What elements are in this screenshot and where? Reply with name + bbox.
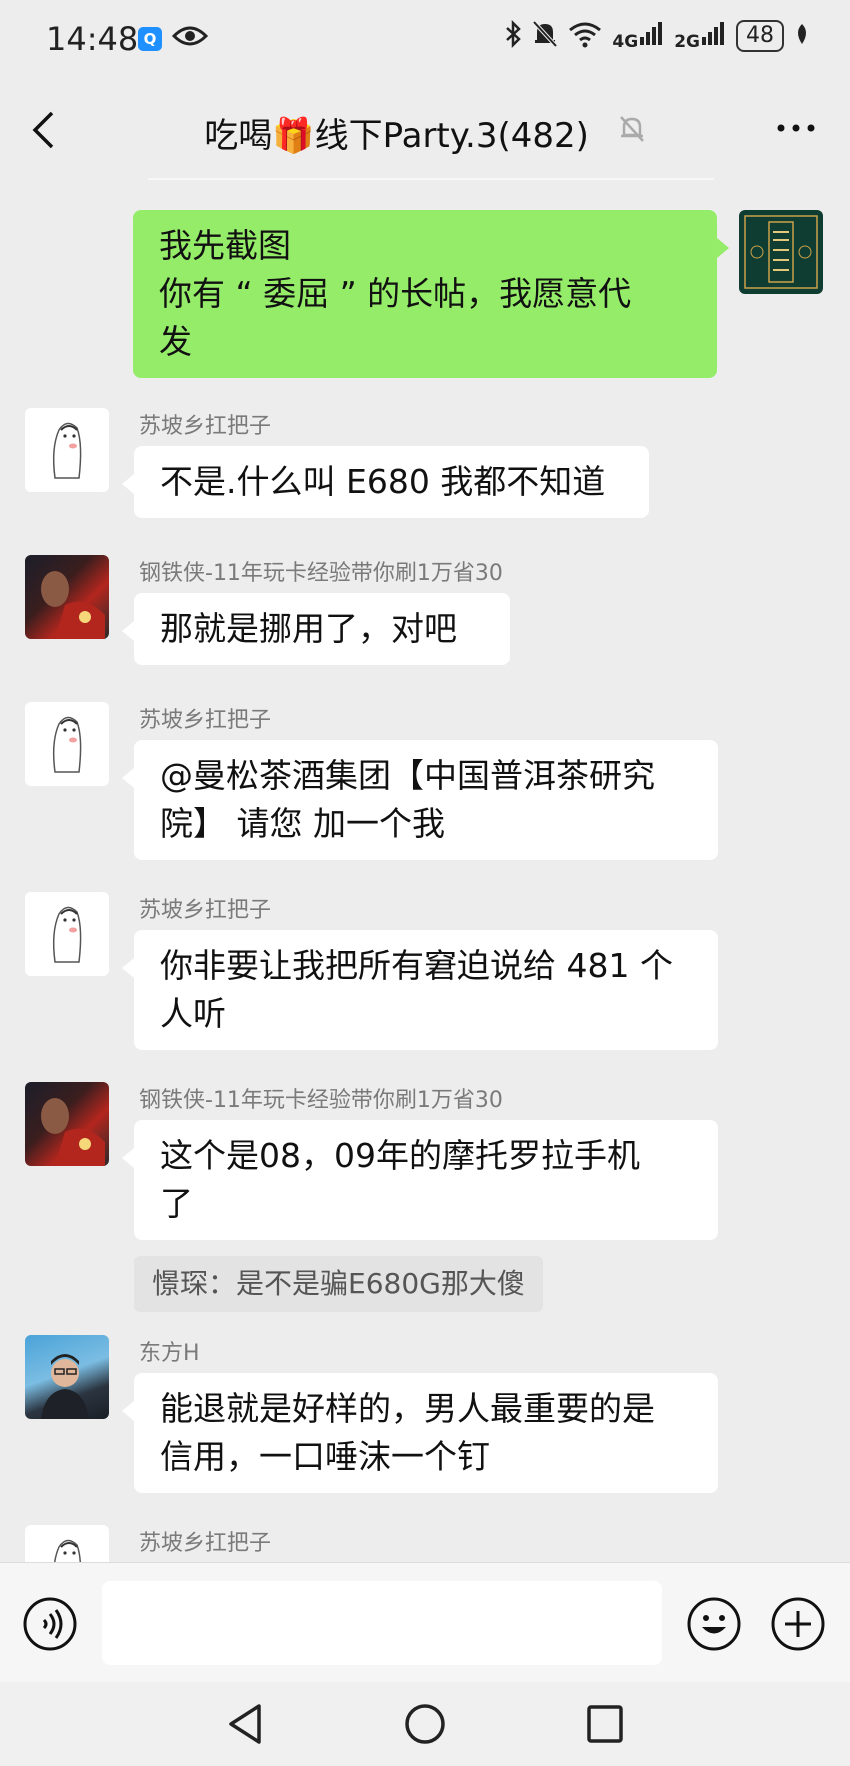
sender-name: 苏坡乡扛把子 xyxy=(139,414,272,439)
message-bubble[interactable]: 这个是08，09年的摩托罗拉手机 了 xyxy=(122,1120,718,1240)
group-title-row: 吃喝🎁线下Party.3(482) xyxy=(0,108,850,157)
status-bar: 14:48 Q 4G 2G 48 xyxy=(0,0,850,80)
leaf-icon xyxy=(794,22,810,50)
plus-icon[interactable] xyxy=(770,1596,826,1656)
search-app-icon: Q xyxy=(138,27,162,51)
avatar-self[interactable] xyxy=(739,210,823,294)
avatar[interactable] xyxy=(25,892,109,976)
eye-icon xyxy=(171,22,209,54)
nav-home-icon[interactable] xyxy=(403,1702,447,1750)
signal-4g-icon: 4G xyxy=(612,21,664,52)
group-title[interactable]: 吃喝🎁线下Party.3(482) xyxy=(204,108,589,157)
bell-off-icon xyxy=(532,20,558,52)
nav-recents-icon[interactable] xyxy=(585,1702,625,1750)
message-line: 你非要让我把所有窘迫说给 481 个 xyxy=(160,946,673,985)
quoted-message[interactable]: 憬琛：是不是骗E680G那大傻 xyxy=(134,1256,543,1312)
message-line: 你有 “ 委屈 ” 的长帖，我愿意代 xyxy=(159,274,632,313)
avatar[interactable] xyxy=(25,1082,109,1166)
bluetooth-icon xyxy=(504,19,522,52)
message-bubble[interactable]: 能退就是好样的，男人最重要的是 信用，一口唾沫一个钉 xyxy=(122,1373,718,1493)
message-line: 那就是挪用了，对吧 xyxy=(160,609,457,648)
system-navigation xyxy=(0,1682,850,1766)
input-bar xyxy=(0,1562,850,1683)
message-line: 发 xyxy=(159,322,192,361)
signal-2g-label: 2G xyxy=(674,31,700,52)
status-right: 4G 2G 48 xyxy=(504,19,810,52)
avatar[interactable] xyxy=(25,1525,109,1562)
nav-back-icon[interactable] xyxy=(225,1702,265,1750)
message-bubble[interactable]: 不是.什么叫 E680 我都不知道 xyxy=(122,446,649,518)
more-icon[interactable] xyxy=(776,118,816,137)
sender-name: 东方H xyxy=(139,1341,200,1366)
message-bubble-mine[interactable]: 我先截图 你有 “ 委屈 ” 的长帖，我愿意代 发 xyxy=(133,210,729,378)
message-line: 了 xyxy=(160,1184,193,1223)
message-line: 人听 xyxy=(160,994,226,1033)
message-line: 我先截图 xyxy=(159,226,291,265)
signal-4g-label: 4G xyxy=(612,31,639,52)
message-line: 不是.什么叫 E680 我都不知道 xyxy=(160,462,606,501)
sender-name: 钢铁侠-11年玩卡经验带你刷1万省30 xyxy=(139,1088,503,1113)
message-line: @曼松茶酒集团【中国普洱茶研究 xyxy=(160,756,655,795)
battery-icon: 48 xyxy=(736,20,784,52)
message-line: 能退就是好样的，男人最重要的是 xyxy=(160,1389,655,1428)
avatar[interactable] xyxy=(25,702,109,786)
message-bubble[interactable]: 你非要让我把所有窘迫说给 481 个 人听 xyxy=(122,930,718,1050)
chat-header: 吃喝🎁线下Party.3(482) xyxy=(0,80,850,180)
wifi-icon xyxy=(568,20,602,52)
message-line: 这个是08，09年的摩托罗拉手机 xyxy=(160,1136,640,1175)
message-list[interactable]: 我先截图 你有 “ 委屈 ” 的长帖，我愿意代 发 苏坡乡扛把子 不是.什么叫 … xyxy=(0,180,850,1562)
message-line: 院】 请您 加一个我 xyxy=(160,804,445,843)
emoji-icon[interactable] xyxy=(686,1596,742,1656)
message-line: 信用，一口唾沫一个钉 xyxy=(160,1437,490,1476)
status-time: 14:48 xyxy=(46,20,139,58)
sender-name: 苏坡乡扛把子 xyxy=(139,898,272,923)
message-input[interactable] xyxy=(102,1581,662,1665)
avatar[interactable] xyxy=(25,555,109,639)
avatar[interactable] xyxy=(25,1335,109,1419)
mute-bell-icon xyxy=(618,113,646,153)
voice-icon[interactable] xyxy=(22,1596,78,1656)
message-bubble[interactable]: @曼松茶酒集团【中国普洱茶研究 院】 请您 加一个我 xyxy=(122,740,718,860)
sender-name: 苏坡乡扛把子 xyxy=(139,708,272,733)
avatar[interactable] xyxy=(25,408,109,492)
sender-name: 钢铁侠-11年玩卡经验带你刷1万省30 xyxy=(139,561,503,586)
message-bubble[interactable]: 那就是挪用了，对吧 xyxy=(122,593,510,665)
sender-name: 苏坡乡扛把子 xyxy=(139,1531,272,1556)
signal-2g-icon: 2G xyxy=(674,21,726,52)
